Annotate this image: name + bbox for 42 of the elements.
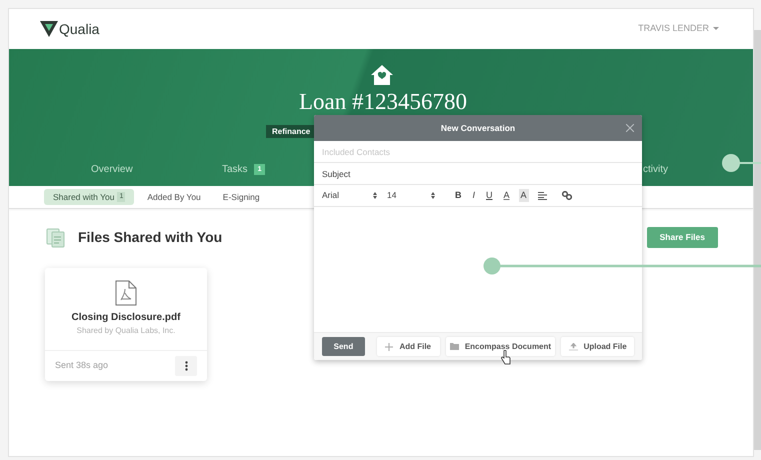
link-icon[interactable] — [562, 191, 572, 200]
file-name: Closing Disclosure.pdf — [72, 311, 180, 325]
more-icon — [184, 361, 188, 371]
plus-icon — [385, 342, 394, 350]
section-title: Files Shared with You — [78, 228, 222, 247]
contacts-field[interactable]: Included Contacts — [314, 141, 642, 163]
underline-button[interactable]: U — [484, 188, 495, 202]
italic-button[interactable]: I — [470, 188, 478, 202]
sub-tab[interactable]: E-Signing — [214, 189, 269, 205]
loan-type-tag: Refinance — [266, 125, 316, 138]
highlight-button[interactable]: A — [518, 188, 529, 202]
bold-button[interactable]: B — [453, 188, 464, 202]
pdf-file-icon — [115, 280, 137, 306]
align-icon[interactable] — [538, 192, 547, 200]
sub-tab[interactable]: Added By You — [138, 189, 210, 205]
subject-field[interactable]: Subject — [314, 163, 642, 185]
upload-file-button[interactable]: Upload File — [561, 337, 634, 356]
more-options-button[interactable] — [175, 356, 197, 376]
close-icon[interactable] — [626, 124, 634, 132]
sent-time: Sent 38s ago — [55, 359, 108, 372]
scrollbar[interactable] — [754, 30, 761, 450]
size-select[interactable]: 14 — [387, 189, 435, 202]
nav-tab[interactable]: ctivity — [643, 162, 668, 177]
folder-icon — [450, 343, 459, 350]
files-icon — [46, 228, 66, 248]
text-color-button[interactable]: A — [502, 188, 512, 202]
dialog-title: New Conversation — [440, 122, 516, 134]
house-icon — [370, 64, 394, 86]
logo-icon — [40, 21, 58, 37]
callout-marker — [721, 153, 761, 173]
stepper-icon — [431, 192, 435, 199]
loan-title: Loan #123456780 — [299, 89, 468, 115]
encompass-document-button[interactable]: Encompass Document — [446, 337, 556, 356]
caret-icon — [713, 27, 719, 31]
font-select[interactable]: Arial — [322, 189, 377, 202]
add-file-button[interactable]: Add File — [376, 337, 440, 356]
logo-text: Qualia — [59, 20, 100, 39]
stepper-icon — [373, 192, 377, 199]
file-card[interactable]: Closing Disclosure.pdf Shared by Qualia Labs, Inc. Sent 38s ago — [45, 268, 207, 381]
send-button[interactable]: Send — [322, 337, 365, 356]
upload-icon — [568, 342, 578, 350]
file-shared-by: Shared by Qualia Labs, Inc. — [76, 325, 176, 337]
